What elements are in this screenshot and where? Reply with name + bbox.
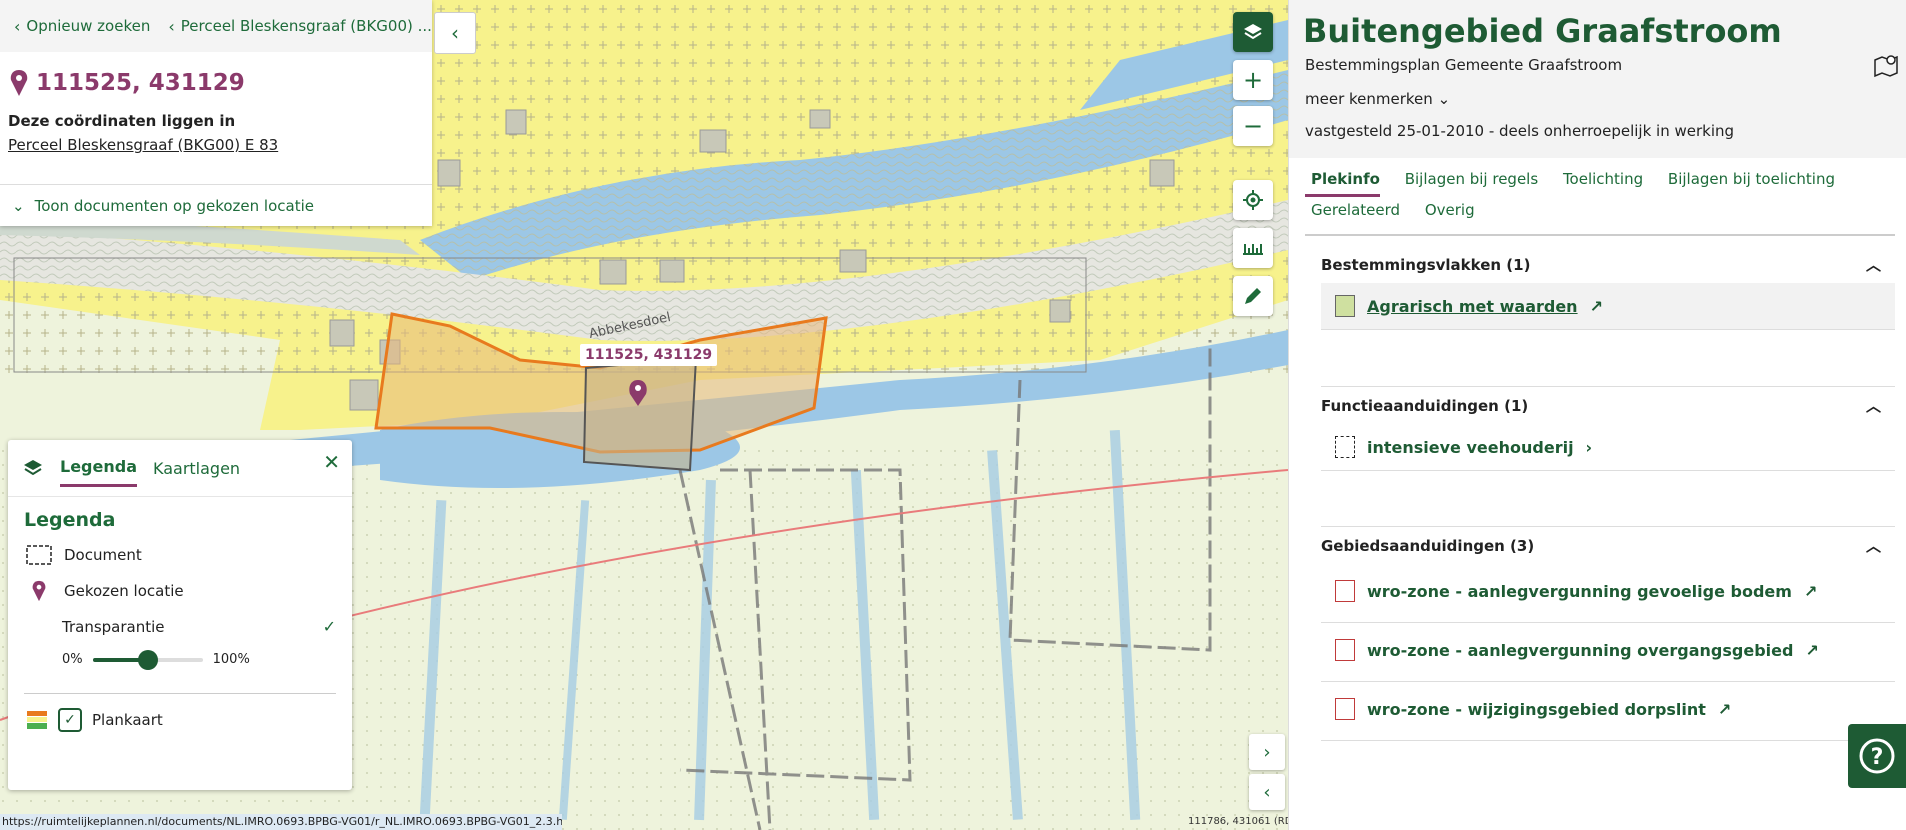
list-item[interactable]: wro-zone - aanlegvergunning gevoelige bo… [1321,564,1895,622]
collapse-left-button[interactable]: ‹ [1249,774,1285,810]
parcel-link[interactable]: Perceel Bleskensgraaf (BKG00) E 83 [8,136,432,154]
lies-in-label: Deze coördinaten liggen in [8,112,236,130]
checkmark-icon: ✓ [322,617,336,636]
tab-overig[interactable]: Overig [1419,197,1475,225]
locate-button[interactable] [1233,180,1273,220]
legend-panel: Legenda Kaartlagen ✕ Legenda Document Ge… [8,440,352,790]
legend-tabs: Legenda Kaartlagen [8,440,352,497]
external-link-icon: ↗ [1717,699,1732,719]
tab-divider [1305,234,1895,236]
legend-divider [24,693,336,694]
chevron-up-icon: ︿ [1865,256,1881,274]
pencil-icon [1245,288,1261,304]
crosshair-icon [1243,190,1263,210]
transparency-slider[interactable] [92,649,203,670]
show-documents-toggle[interactable]: ⌄ Toon documenten op gekozen locatie [0,184,432,226]
external-link-icon: ↗ [1803,581,1818,601]
expand-right-button[interactable]: › [1249,734,1285,770]
chevron-down-icon: ⌄ [12,196,25,215]
location-pin-icon [24,579,54,603]
help-button[interactable]: ? [1848,724,1906,788]
list-item[interactable]: Agrarisch met waarden ↗ [1321,283,1895,329]
tab-bijlagen-toelichting[interactable]: Bijlagen bij toelichting [1662,166,1835,194]
plan-header: Buitengebied Graafstroom Bestemmingsplan… [1289,0,1906,158]
draw-button[interactable] [1233,276,1273,316]
chevron-up-icon: ︿ [1865,397,1881,415]
plan-info-panel: Buitengebied Graafstroom Bestemmingsplan… [1288,0,1906,830]
plankaart-checkbox[interactable]: ✓ [58,708,82,732]
back-search-link[interactable]: ‹ Opnieuw zoeken [14,17,150,36]
red-box-icon [1335,580,1355,602]
legend-title: Legenda [24,509,116,531]
help-icon: ? [1859,738,1895,774]
plan-title: Buitengebied Graafstroom [1303,12,1782,50]
map-pin-icon[interactable] [1873,52,1899,78]
section-header[interactable]: Bestemmingsvlakken (1) ︿ [1321,246,1895,283]
legend-item-plankaart: ✓ Plankaart [26,708,352,732]
layers-icon [1244,24,1262,40]
section-bestemmingsvlakken: Bestemmingsvlakken (1) ︿ Agrarisch met wa… [1321,246,1895,330]
chevron-down-icon: ⌄ [1437,90,1451,108]
close-icon[interactable]: ✕ [323,450,340,474]
external-link-icon: ↗ [1805,640,1819,660]
section-functieaanduidingen: Functieaanduidingen (1) ︿ intensieve veeh… [1321,386,1895,471]
tab-legenda[interactable]: Legenda [60,449,137,487]
legend-item-location: Gekozen locatie [24,579,352,603]
plus-icon: + [1242,66,1264,94]
external-link-icon: ↗ [1589,296,1603,316]
legend-item-document: Document [24,543,352,567]
svg-text:?: ? [1871,745,1884,770]
collapse-panel-button[interactable]: ‹ [434,12,476,54]
minus-icon: − [1242,112,1264,140]
measure-button[interactable] [1233,228,1273,268]
chevron-left-icon: ‹ [168,16,175,36]
status-coords: 111786, 431061 (RD) [1188,816,1297,827]
section-header[interactable]: Gebiedsaanduidingen (3) ︿ [1321,527,1895,564]
layers-icon [24,460,42,476]
breadcrumb: ‹ Opnieuw zoeken ‹ Perceel Bleskensgraaf (… [0,0,432,52]
tab-gerelateerd[interactable]: Gerelateerd [1305,197,1400,225]
list-item[interactable]: wro-zone - aanlegvergunning overgangsgeb… [1321,623,1895,681]
plan-tabs: Plekinfo Bijlagen bij regels Toelichting… [1305,166,1895,225]
transparency-slider-row: 0% 100% [62,649,352,670]
dashed-box-icon [1335,436,1355,458]
marker-coords-label: 111525, 431129 [580,344,718,366]
color-swatch [1335,295,1355,317]
tab-bijlagen-regels[interactable]: Bijlagen bij regels [1399,166,1538,194]
section-gebiedsaanduidingen: Gebiedsaanduidingen (3) ︿ wro-zone - aanl… [1321,526,1895,741]
red-box-icon [1335,639,1355,661]
chevron-up-icon: ︿ [1865,537,1881,555]
location-pin-icon [10,70,28,96]
plan-status: vastgesteld 25-01-2010 - deels onherroep… [1305,122,1735,140]
chevron-right-icon: › [1263,741,1271,763]
chevron-left-icon: ‹ [451,21,459,45]
status-url: https://ruimtelijkeplannen.nl/documents/… [0,814,562,830]
chevron-right-icon: › [1585,437,1593,457]
zoom-in-button[interactable]: + [1233,60,1273,100]
tab-plekinfo[interactable]: Plekinfo [1305,166,1380,197]
ruler-icon [1243,244,1263,255]
slider-handle[interactable] [137,649,158,670]
layers-button[interactable] [1233,12,1273,52]
document-frame-icon [24,543,54,567]
transparency-row[interactable]: Transparantie ✓ [62,617,336,636]
location-panel: ‹ Opnieuw zoeken ‹ Perceel Bleskensgraaf (… [0,0,432,226]
parcel-crumb-link[interactable]: ‹ Perceel Bleskensgraaf (BKG00) ... [168,17,432,36]
section-header[interactable]: Functieaanduidingen (1) ︿ [1321,387,1895,424]
red-box-icon [1335,698,1355,720]
coords-heading: 111525, 431129 [10,70,432,96]
plankaart-swatch-icon [27,711,47,729]
meer-kenmerken-toggle[interactable]: meer kenmerken ⌄ [1305,90,1450,108]
list-item[interactable]: intensieve veehouderij › [1321,424,1895,470]
chevron-left-icon: ‹ [1263,781,1271,803]
chevron-left-icon: ‹ [14,16,21,36]
list-item[interactable]: wro-zone - wijzigingsgebied dorpslint ↗ [1321,682,1895,740]
plan-type: Bestemmingsplan Gemeente Graafstroom [1305,56,1623,74]
tab-toelichting[interactable]: Toelichting [1557,166,1643,194]
zoom-out-button[interactable]: − [1233,106,1273,146]
tab-kaartlagen[interactable]: Kaartlagen [153,451,240,486]
